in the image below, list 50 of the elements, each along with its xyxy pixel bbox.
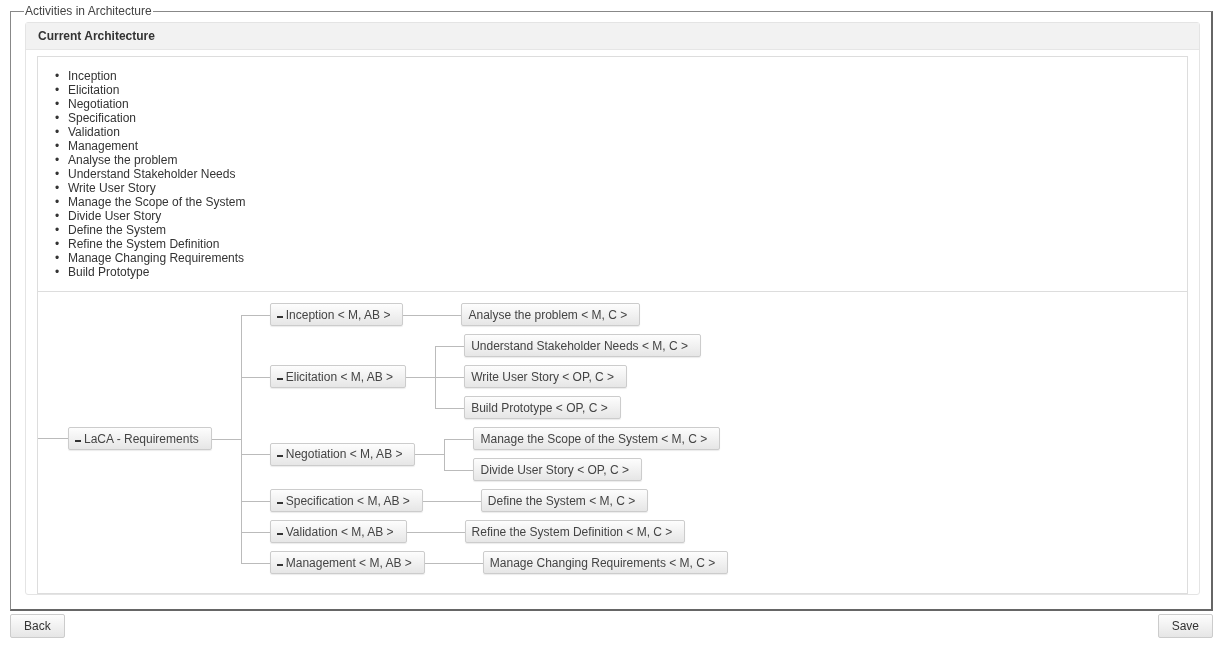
activity-item: Management: [68, 139, 139, 153]
tree-node[interactable]: Management < M, AB >: [269, 551, 425, 574]
tree-node[interactable]: Refine the System Definition < M, C >: [464, 520, 686, 543]
list-bullet: •: [55, 237, 61, 251]
activity-item: Validation: [68, 125, 120, 139]
tree-node[interactable]: Analyse the problem < M, C >: [461, 303, 641, 326]
tree-node[interactable]: Manage the Scope of the System < M, C >: [473, 427, 721, 450]
section-title: Activities in Architecture: [24, 4, 153, 18]
list-bullet: •: [55, 251, 61, 265]
activity-item: Negotiation: [68, 97, 129, 111]
activity-item: Refine the System Definition: [68, 237, 220, 251]
activity-item: Understand Stakeholder Needs: [68, 167, 236, 181]
list-bullet: •: [55, 195, 61, 209]
activity-item: Inception: [68, 69, 117, 83]
list-bullet: •: [55, 153, 61, 167]
back-button[interactable]: Back: [10, 614, 65, 638]
tree-node[interactable]: Divide User Story < OP, C >: [473, 458, 642, 481]
list-bullet: •: [55, 69, 61, 83]
list-bullet: •: [55, 125, 61, 139]
tree-node[interactable]: Define the System < M, C >: [480, 489, 649, 512]
activity-item: Manage Changing Requirements: [68, 251, 245, 265]
list-bullet: •: [55, 223, 61, 237]
activity-item: Divide User Story: [68, 209, 162, 223]
tree-node[interactable]: Elicitation < M, AB >: [269, 365, 407, 388]
save-button[interactable]: Save: [1157, 614, 1213, 638]
activity-item: Elicitation: [68, 83, 120, 97]
list-bullet: •: [55, 181, 61, 195]
tree-node[interactable]: LaCA - Requirements: [68, 427, 212, 450]
list-bullet: •: [55, 167, 61, 181]
activity-item: Analyse the problem: [68, 153, 178, 167]
list-bullet: •: [55, 97, 61, 111]
tree-node[interactable]: Negotiation < M, AB >: [269, 442, 416, 466]
list-bullet: •: [55, 139, 61, 153]
tree-node[interactable]: Understand Stakeholder Needs < M, C >: [464, 334, 701, 357]
activity-item: Manage the Scope of the System: [68, 195, 246, 209]
tree-node[interactable]: Write User Story < OP, C >: [464, 365, 628, 388]
tree-node[interactable]: Manage Changing Requirements < M, C >: [482, 551, 729, 574]
list-bullet: •: [55, 111, 61, 125]
activity-item: Write User Story: [68, 181, 156, 195]
activity-item: Specification: [68, 111, 137, 125]
tree-node[interactable]: Validation < M, AB >: [269, 520, 407, 543]
list-bullet: •: [55, 265, 61, 279]
activity-item: Build Prototype: [68, 265, 150, 279]
list-bullet: •: [55, 209, 61, 223]
activity-item: Define the System: [68, 223, 167, 237]
tree-node[interactable]: Specification < M, AB >: [269, 489, 423, 512]
tree-node[interactable]: Inception < M, AB >: [269, 303, 404, 326]
tree-node[interactable]: Build Prototype < OP, C >: [464, 396, 621, 419]
panel-title: Current Architecture: [38, 29, 155, 43]
list-bullet: •: [55, 83, 61, 97]
